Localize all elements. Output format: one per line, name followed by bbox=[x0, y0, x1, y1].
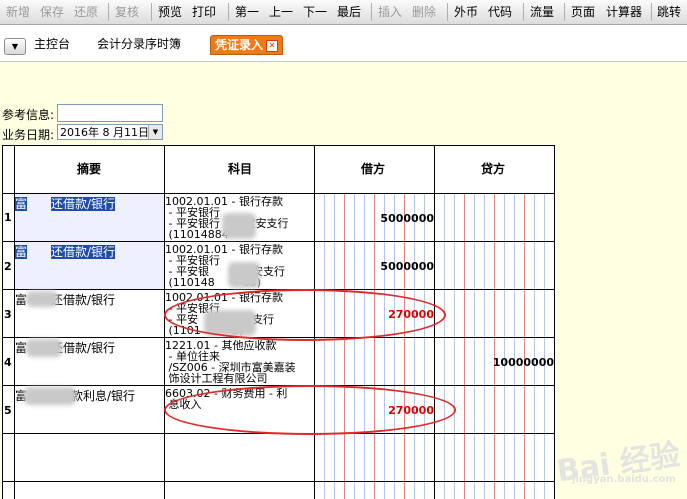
tab-journal[interactable]: 会计分录序时簿 bbox=[97, 35, 181, 53]
credit-amount[interactable]: 10000000 bbox=[450, 356, 554, 369]
new-button[interactable]: 新增 bbox=[6, 0, 30, 24]
first-button[interactable]: 第一 bbox=[235, 0, 259, 24]
header-debit: 借方 bbox=[361, 162, 386, 176]
money-gridline bbox=[444, 193, 445, 499]
business-date-value: 2016年 8 月11日 bbox=[60, 126, 149, 139]
money-gridline bbox=[544, 193, 545, 499]
money-gridline bbox=[474, 193, 475, 499]
ref-info-label: 参考信息: bbox=[2, 108, 55, 122]
tab-bar: ▼ 主控台 会计分录序时簿 凭证录入 ✕ bbox=[0, 25, 687, 62]
header-credit: 贷方 bbox=[481, 162, 506, 176]
next-button[interactable]: 下一 bbox=[303, 0, 327, 24]
restore-button[interactable]: 还原 bbox=[74, 0, 98, 24]
money-gridline bbox=[384, 193, 385, 499]
header-summary: 摘要 bbox=[77, 162, 102, 176]
debit-amount[interactable]: 5000000 bbox=[330, 212, 434, 225]
watermark-url: jingyan.baidu.com bbox=[572, 474, 676, 485]
dropdown-arrow-icon[interactable]: ▼ bbox=[148, 125, 162, 139]
page-button[interactable]: 页面 bbox=[571, 0, 595, 24]
redaction-blur bbox=[228, 262, 260, 288]
money-gridline bbox=[414, 193, 415, 499]
code-button[interactable]: 代码 bbox=[488, 0, 512, 24]
money-gridline bbox=[504, 193, 505, 499]
money-gridline bbox=[524, 193, 525, 499]
cashflow-button[interactable]: 流量 bbox=[530, 0, 554, 24]
chevron-down-icon[interactable]: ▼ bbox=[4, 38, 26, 55]
foreign-currency-button[interactable]: 外币 bbox=[454, 0, 478, 24]
row-number: 4 bbox=[4, 356, 12, 369]
last-button[interactable]: 最后 bbox=[337, 0, 361, 24]
money-gridline bbox=[364, 193, 365, 499]
debit-amount[interactable]: 5000000 bbox=[330, 260, 434, 273]
money-gridline bbox=[514, 193, 515, 499]
save-button[interactable]: 保存 bbox=[40, 0, 64, 24]
redaction-blur bbox=[26, 291, 58, 307]
ref-info-input[interactable] bbox=[57, 104, 163, 122]
jump-button[interactable]: 跳转 bbox=[657, 0, 681, 24]
row-number: 5 bbox=[4, 404, 12, 417]
row-number: 1 bbox=[4, 211, 12, 224]
summary-cell[interactable]: 富还借款/银行 bbox=[15, 195, 116, 212]
tab-voucher-entry[interactable]: 凭证录入 ✕ bbox=[210, 35, 284, 55]
business-date-select[interactable]: 2016年 8 月11日 ▼ bbox=[57, 124, 163, 140]
money-gridline bbox=[484, 193, 485, 499]
row-number: 2 bbox=[4, 260, 12, 273]
summary-cell[interactable]: 富还借款/银行 bbox=[15, 243, 116, 260]
tab-home[interactable]: 主控台 bbox=[34, 35, 70, 53]
account-cell[interactable]: 1221.01 - 其他应收款 - 单位往来 /SZ006 - 深圳市富美嘉装 … bbox=[165, 340, 315, 384]
insert-button[interactable]: 插入 bbox=[378, 0, 402, 24]
business-date-label: 业务日期: bbox=[2, 128, 55, 142]
money-gridline bbox=[334, 193, 335, 499]
row-number: 3 bbox=[4, 308, 12, 321]
header-account: 科目 bbox=[228, 162, 253, 176]
money-gridline bbox=[464, 193, 465, 499]
calculator-button[interactable]: 计算器 bbox=[606, 0, 642, 24]
money-gridline bbox=[394, 193, 395, 499]
money-gridline bbox=[374, 193, 375, 499]
redaction-blur bbox=[24, 387, 76, 405]
delete-button[interactable]: 删除 bbox=[412, 0, 436, 24]
money-gridline bbox=[534, 193, 535, 499]
close-icon[interactable]: ✕ bbox=[266, 40, 279, 52]
money-gridline bbox=[454, 193, 455, 499]
preview-button[interactable]: 预览 bbox=[158, 0, 182, 24]
annotation-ellipse bbox=[164, 289, 446, 341]
money-gridline bbox=[494, 193, 495, 499]
print-button[interactable]: 打印 bbox=[192, 0, 216, 24]
redaction-blur bbox=[222, 213, 256, 239]
review-button[interactable]: 复核 bbox=[115, 0, 139, 24]
money-gridline bbox=[424, 193, 425, 499]
toolbar: 新增 保存 还原 复核 预览 打印 第一 上一 下一 最后 插入 删除 外币 代… bbox=[0, 0, 687, 25]
prev-button[interactable]: 上一 bbox=[269, 0, 293, 24]
redaction-blur bbox=[26, 339, 62, 357]
money-gridline bbox=[404, 193, 405, 499]
money-gridline bbox=[324, 193, 325, 499]
money-gridline bbox=[344, 193, 345, 499]
money-gridline bbox=[354, 193, 355, 499]
tab-voucher-entry-label: 凭证录入 bbox=[215, 38, 264, 52]
annotation-ellipse bbox=[164, 385, 456, 435]
